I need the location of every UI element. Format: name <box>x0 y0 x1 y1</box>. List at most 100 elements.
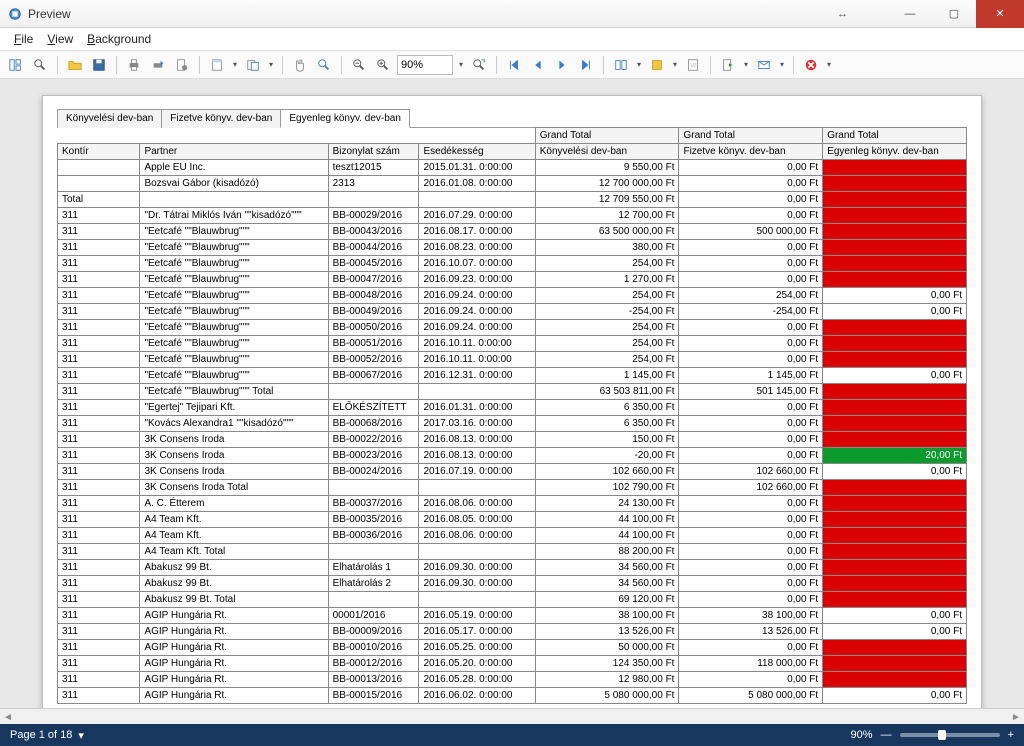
cell: 0,00 Ft <box>679 512 823 528</box>
close-preview-dropdown[interactable]: ▾ <box>825 60 833 69</box>
cell: Elhatárolás 2 <box>328 576 419 592</box>
status-zoom-plus[interactable]: + <box>1008 729 1014 741</box>
zoom-dropdown[interactable]: ▾ <box>457 60 465 69</box>
header-footer-button[interactable] <box>207 55 227 75</box>
multipage-button[interactable] <box>611 55 631 75</box>
report-tab[interactable]: Könyvelési dev-ban <box>57 109 162 128</box>
cell: 2016.01.08. 0:00:00 <box>419 176 535 192</box>
menubar: File View Background <box>0 28 1024 51</box>
close-button[interactable]: ✕ <box>976 0 1024 28</box>
cell: 00001/2016 <box>328 608 419 624</box>
cell: 2016.07.29. 0:00:00 <box>419 208 535 224</box>
cell <box>823 160 967 176</box>
cell: "Dr. Tátrai Miklós Iván ""kisadózó""" <box>140 208 328 224</box>
cell: 34 560,00 Ft <box>535 560 679 576</box>
header-footer-dropdown[interactable]: ▾ <box>231 60 239 69</box>
workspace[interactable]: Könyvelési dev-banFizetve könyv. dev-ban… <box>0 79 1024 708</box>
cell: BB-00043/2016 <box>328 224 419 240</box>
cell: Abakusz 99 Bt. <box>140 560 328 576</box>
prev-page-button[interactable] <box>528 55 548 75</box>
cell: 380,00 Ft <box>535 240 679 256</box>
page-setup-button[interactable] <box>172 55 192 75</box>
horizontal-scrollbar[interactable]: ◄ ► <box>0 708 1024 724</box>
cell: A4 Team Kft. Total <box>140 544 328 560</box>
col-grand-total-2: Grand Total <box>679 128 823 144</box>
cell: 102 660,00 Ft <box>679 480 823 496</box>
cell <box>419 544 535 560</box>
cell <box>823 224 967 240</box>
color-dropdown[interactable]: ▾ <box>671 60 679 69</box>
email-button[interactable] <box>754 55 774 75</box>
scroll-left-icon[interactable]: ◄ <box>0 709 16 725</box>
zoom-slider[interactable] <box>900 733 1000 737</box>
report-tab[interactable]: Fizetve könyv. dev-ban <box>161 109 281 128</box>
multipage-dropdown[interactable]: ▾ <box>635 60 643 69</box>
scale-dropdown[interactable]: ▾ <box>267 60 275 69</box>
zoom-out-button[interactable] <box>349 55 369 75</box>
close-preview-button[interactable] <box>801 55 821 75</box>
next-page-button[interactable] <box>552 55 572 75</box>
cell <box>58 176 140 192</box>
zoom-fit-button[interactable] <box>469 55 489 75</box>
table-row: 311Abakusz 99 Bt. Total69 120,00 Ft0,00 … <box>58 592 967 608</box>
find-button[interactable] <box>30 55 50 75</box>
scroll-right-icon[interactable]: ► <box>1008 709 1024 725</box>
cell: "Eetcafé ""Blauwbrug""" <box>140 320 328 336</box>
cell: 50 000,00 Ft <box>535 640 679 656</box>
minimize-button[interactable]: — <box>888 0 932 28</box>
cell: 9 550,00 Ft <box>535 160 679 176</box>
svg-text:W: W <box>690 62 696 69</box>
page-indicator-dropdown[interactable]: ▾ <box>78 729 84 742</box>
color-button[interactable] <box>647 55 667 75</box>
magnifier-button[interactable] <box>314 55 334 75</box>
first-page-button[interactable] <box>504 55 524 75</box>
cell: 102 660,00 Ft <box>535 464 679 480</box>
cell: Abakusz 99 Bt. <box>140 576 328 592</box>
cell <box>823 416 967 432</box>
page-indicator: Page 1 of 18 <box>10 729 72 741</box>
cell: AGIP Hungária Rt. <box>140 656 328 672</box>
zoom-in-button[interactable] <box>373 55 393 75</box>
save-button[interactable] <box>89 55 109 75</box>
cell: BB-00009/2016 <box>328 624 419 640</box>
scale-button[interactable] <box>243 55 263 75</box>
cell: 311 <box>58 416 140 432</box>
export-dropdown[interactable]: ▾ <box>742 60 750 69</box>
menu-file[interactable]: File <box>8 30 39 48</box>
cell: 0,00 Ft <box>679 528 823 544</box>
menu-view[interactable]: View <box>41 30 79 48</box>
email-dropdown[interactable]: ▾ <box>778 60 786 69</box>
report-tab[interactable]: Egyenleg könyv. dev-ban <box>280 109 410 128</box>
cell: 24 130,00 Ft <box>535 496 679 512</box>
menu-background[interactable]: Background <box>81 30 157 48</box>
table-row: Total12 709 550,00 Ft0,00 Ft <box>58 192 967 208</box>
cell <box>823 272 967 288</box>
print-button[interactable] <box>124 55 144 75</box>
quick-print-button[interactable] <box>148 55 168 75</box>
cell: 311 <box>58 640 140 656</box>
cell: 311 <box>58 688 140 704</box>
table-row: 311AGIP Hungária Rt.BB-00010/20162016.05… <box>58 640 967 656</box>
cell: 2016.08.13. 0:00:00 <box>419 432 535 448</box>
hand-tool-button[interactable] <box>290 55 310 75</box>
maximize-button[interactable]: ▢ <box>932 0 976 28</box>
open-button[interactable] <box>65 55 85 75</box>
table-row: 311"Kovács Alexandra1 ""kisadózó"""BB-00… <box>58 416 967 432</box>
cell: AGIP Hungária Rt. <box>140 624 328 640</box>
last-page-button[interactable] <box>576 55 596 75</box>
cell: "Eetcafé ""Blauwbrug""" <box>140 256 328 272</box>
resize-handle-icon[interactable]: ↔ <box>837 8 848 20</box>
thumbnails-button[interactable] <box>6 55 26 75</box>
cell: "Eetcafé ""Blauwbrug""" <box>140 224 328 240</box>
status-zoom-minus[interactable]: — <box>881 729 892 741</box>
table-row: 311AGIP Hungária Rt.BB-00013/20162016.05… <box>58 672 967 688</box>
watermark-button[interactable]: W <box>683 55 703 75</box>
cell <box>823 512 967 528</box>
cell: 2016.01.31. 0:00:00 <box>419 400 535 416</box>
cell: 2016.10.11. 0:00:00 <box>419 336 535 352</box>
export-button[interactable] <box>718 55 738 75</box>
cell: 0,00 Ft <box>679 320 823 336</box>
zoom-input[interactable] <box>397 55 453 75</box>
cell: 44 100,00 Ft <box>535 512 679 528</box>
cell: A4 Team Kft. <box>140 528 328 544</box>
